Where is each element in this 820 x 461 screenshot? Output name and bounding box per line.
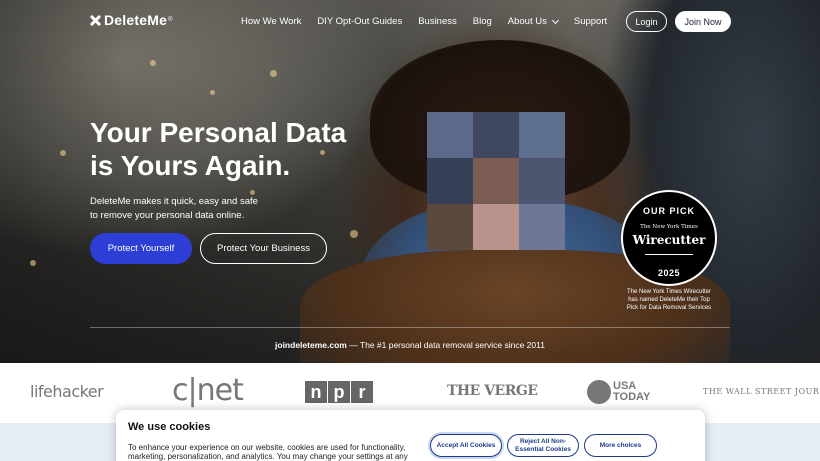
the-verge-logo: THE VERGE [447,383,538,399]
nav-how-we-work[interactable]: How We Work [241,16,301,27]
join-now-button[interactable]: Join Now [675,11,731,32]
deleteme-logo[interactable]: DeleteMe ® [90,12,173,28]
tagline-domain: joindeleteme.com [275,340,347,350]
reject-non-essential-cookies-button[interactable]: Reject All Non- Essential Cookies [507,434,579,457]
badge-publication: The New York Times [640,224,698,230]
headline-line-1: Your Personal Data [90,117,347,148]
nav-about-us[interactable]: About Us [508,16,559,27]
nav-support[interactable]: Support [574,16,607,27]
npr-letter-n: n [305,381,327,403]
top-nav: DeleteMe ® How We Work DIY Opt-Out Guides… [0,0,820,42]
badge-caption-line-3: Pick for Data Removal Services [626,305,712,311]
subtext-line-2: to remove your personal data online. [90,210,245,221]
badge-wirecutter: Wirecutter [632,233,706,247]
usa-today-logo: USA TODAY [613,381,650,403]
reject-label-line-2: Essential Cookies [515,445,571,453]
nav-links: How We Work DIY Opt-Out Guides Business … [241,16,623,27]
wirecutter-badge: OUR PICK The New York Times Wirecutter 2… [621,190,717,286]
reject-label-line-1: Reject All Non- [519,438,566,445]
badge-caption-line-2: has named DeleteMe their Top [628,297,710,303]
npr-letter-p: p [328,381,350,403]
tagline-text: — The #1 personal data removal service s… [346,340,545,350]
accept-all-cookies-button[interactable]: Accept All Cookies [430,434,502,457]
nav-diy-opt-out-guides[interactable]: DIY Opt-Out Guides [317,16,402,27]
badge-divider [645,254,693,255]
badge-our-pick: OUR PICK [642,206,695,216]
deleteme-x-icon [90,15,101,26]
usa-today-dot-icon [587,380,611,404]
subtext-line-1: DeleteMe makes it quick, easy and safe [90,196,258,207]
login-button[interactable]: Login [626,11,667,32]
pixelated-face [427,112,565,250]
protect-yourself-button[interactable]: Protect Yourself [90,233,192,264]
hero-headline: Your Personal Data is Yours Again. [90,116,390,182]
cookie-banner: We use cookies To enhance your experienc… [116,410,705,461]
cnet-logo: c|net [172,373,244,408]
badge-year: 2025 [657,268,681,278]
badge-caption-line-1: The New York Times Wirecutter [626,289,712,295]
cookie-text: To enhance your experience on our websit… [128,443,408,461]
cookie-title: We use cookies [128,421,211,433]
hero-divider [90,327,730,328]
nav-blog[interactable]: Blog [473,16,492,27]
nav-business[interactable]: Business [418,16,457,27]
protect-your-business-button[interactable]: Protect Your Business [200,233,327,264]
wall-street-journal-logo: THE WALL STREET JOURNAL [703,387,820,396]
hero-tagline: joindeleteme.com — The #1 personal data … [0,340,820,350]
badge-caption: The New York Times Wirecutter has named … [616,288,722,312]
npr-logo: n p r [305,381,374,403]
lifehacker-logo: lifehacker [30,382,104,401]
npr-letter-r: r [351,381,373,403]
more-choices-button[interactable]: More choices [584,434,657,457]
headline-line-2: is Yours Again. [90,150,291,181]
usa-today-line-2: TODAY [613,391,651,403]
chevron-down-icon [551,16,559,24]
hero-subtext: DeleteMe makes it quick, easy and safe t… [90,195,270,223]
